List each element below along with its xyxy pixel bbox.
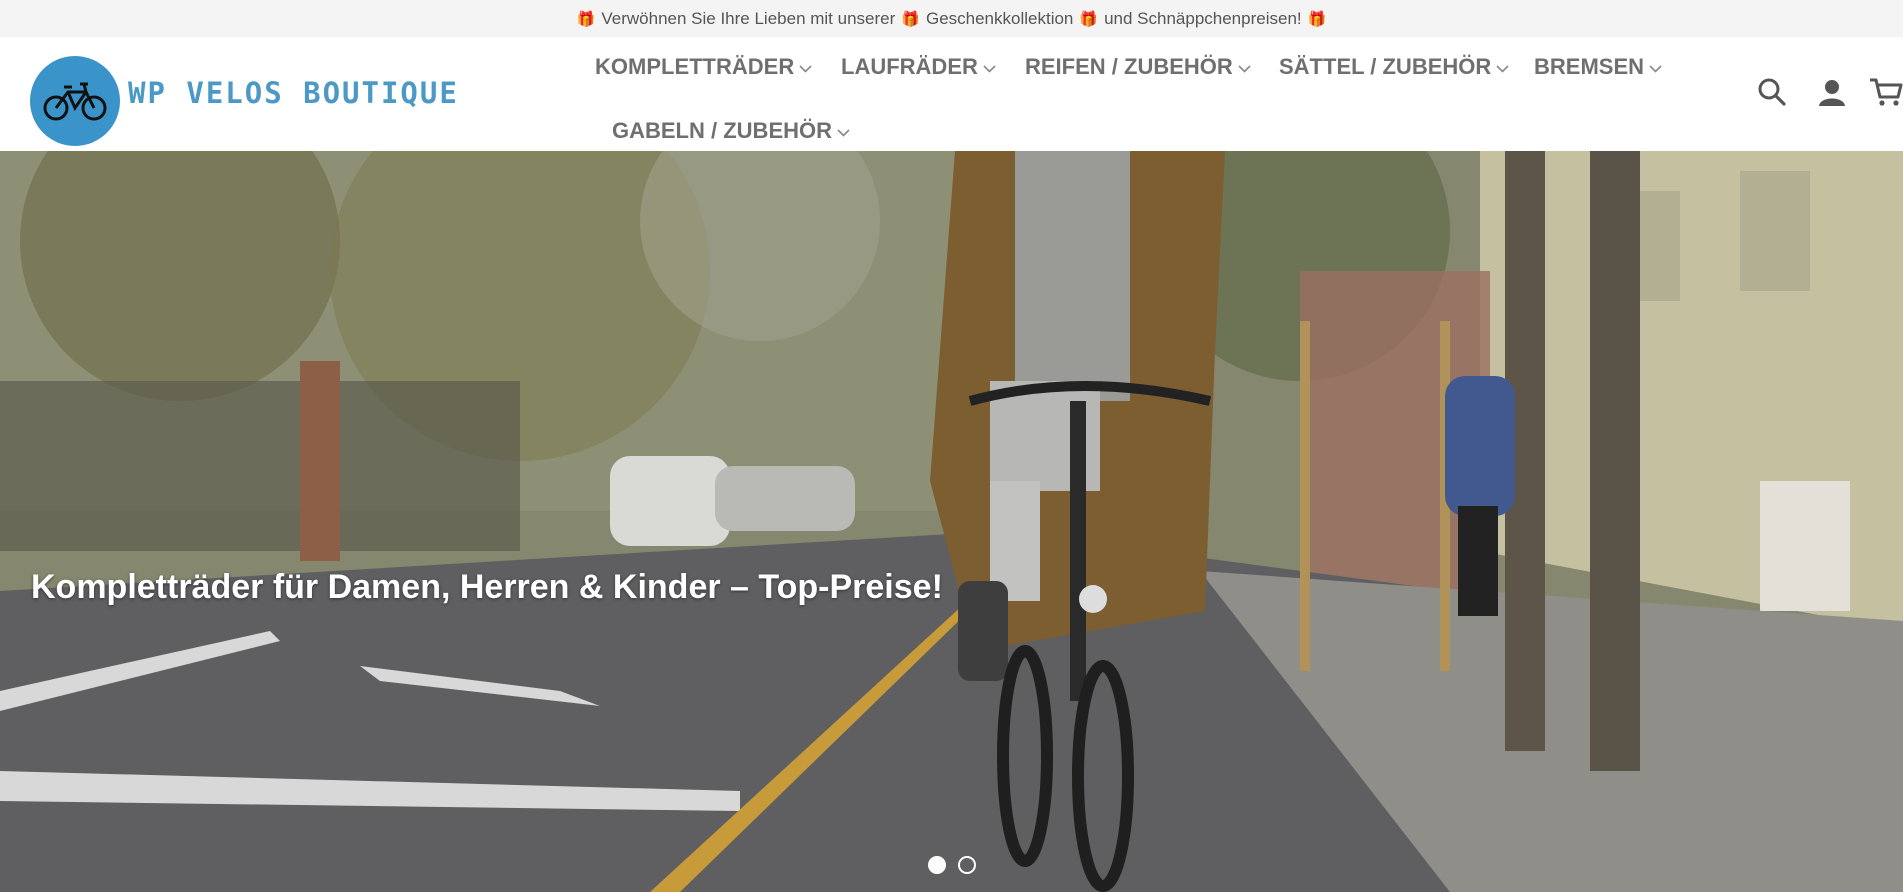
hero-image — [0, 151, 1903, 892]
nav-item-reifen-zubehoer[interactable]: REIFEN / ZUBEHÖR — [1025, 54, 1251, 80]
gift-icon: 🎁 — [1079, 10, 1099, 28]
announcement-text-2: Geschenkkollektion — [925, 8, 1074, 28]
gift-icon: 🎁 — [1307, 10, 1327, 28]
chevron-down-icon — [1238, 64, 1251, 73]
nav-item-komplettraeder[interactable]: KOMPLETTRÄDER — [595, 54, 812, 80]
hero-headline: Kompletträder für Damen, Herren & Kinder… — [31, 568, 943, 606]
bicycle-icon — [30, 56, 120, 146]
gift-icon: 🎁 — [901, 10, 920, 28]
announcement-text-3: und Schnäppchenpreisen! — [1104, 8, 1302, 28]
nav-item-saettel-zubehoer[interactable]: SÄTTEL / ZUBEHÖR — [1279, 54, 1509, 80]
site-header: WP VELOS BOUTIQUE KOMPLETTRÄDER LAUFRÄDE… — [0, 37, 1903, 151]
nav-item-label: SÄTTEL / ZUBEHÖR — [1279, 54, 1492, 79]
slider-pagination — [928, 856, 976, 874]
chevron-down-icon — [837, 128, 850, 137]
chevron-down-icon — [799, 64, 812, 73]
chevron-down-icon — [1496, 64, 1509, 73]
nav-item-label: KOMPLETTRÄDER — [595, 54, 795, 79]
cart-icon[interactable] — [1869, 77, 1903, 112]
user-icon[interactable] — [1817, 77, 1847, 112]
nav-item-gabeln-zubehoer[interactable]: GABELN / ZUBEHÖR — [612, 118, 850, 144]
gift-icon: 🎁 — [576, 10, 596, 28]
nav-item-label: BREMSEN — [1534, 54, 1645, 79]
announcement-text-1: Verwöhnen Sie Ihre Lieben mit unserer — [601, 8, 896, 28]
nav-item-laufraeder[interactable]: LAUFRÄDER — [841, 54, 996, 80]
nav-item-label: REIFEN / ZUBEHÖR — [1025, 54, 1233, 79]
chevron-down-icon — [983, 64, 996, 73]
nav-item-label: LAUFRÄDER — [841, 54, 978, 79]
hero-slider: Kompletträder für Damen, Herren & Kinder… — [0, 151, 1903, 892]
nav-item-label: GABELN / ZUBEHÖR — [612, 118, 832, 143]
search-icon[interactable] — [1757, 77, 1787, 112]
slider-dot-2[interactable] — [958, 856, 976, 874]
chevron-down-icon — [1649, 64, 1662, 73]
site-logo[interactable]: WP VELOS BOUTIQUE — [30, 56, 459, 146]
logo-wordmark: WP VELOS BOUTIQUE — [128, 76, 459, 110]
nav-item-bremsen[interactable]: BREMSEN — [1534, 54, 1662, 80]
announcement-bar: 🎁 Verwöhnen Sie Ihre Lieben mit unserer … — [0, 0, 1903, 37]
slider-dot-1[interactable] — [928, 856, 946, 874]
